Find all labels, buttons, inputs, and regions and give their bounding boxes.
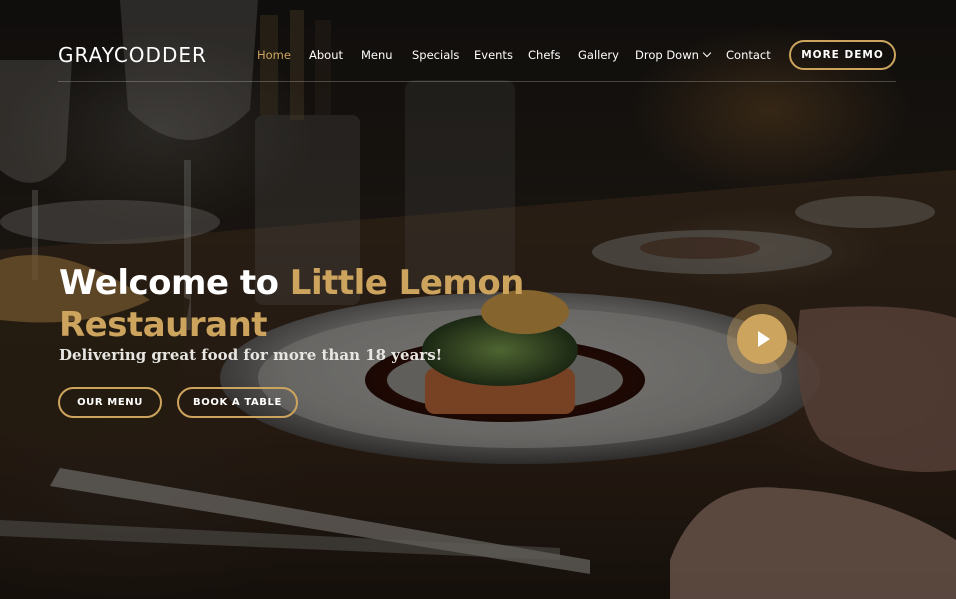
book-a-table-button[interactable]: BOOK A TABLE bbox=[177, 387, 298, 418]
headline-prefix: Welcome to bbox=[59, 263, 290, 303]
nav-item-menu[interactable]: Menu bbox=[361, 47, 393, 63]
play-video-button[interactable] bbox=[727, 304, 797, 374]
nav-item-contact[interactable]: Contact bbox=[726, 47, 771, 63]
hero-tagline: Delivering great food for more than 18 y… bbox=[59, 346, 443, 364]
play-icon bbox=[758, 331, 770, 347]
site-logo[interactable]: GRAYCODDER bbox=[58, 42, 207, 68]
site-header: GRAYCODDER Home About Menu Specials Even… bbox=[0, 0, 956, 82]
nav-item-about[interactable]: About bbox=[309, 47, 343, 63]
nav-item-drop-down[interactable]: Drop Down bbox=[635, 47, 712, 63]
more-demo-button[interactable]: MORE DEMO bbox=[789, 40, 896, 70]
nav-item-events[interactable]: Events bbox=[474, 47, 513, 63]
play-button-circle bbox=[737, 314, 787, 364]
our-menu-button[interactable]: OUR MENU bbox=[58, 387, 162, 418]
nav-item-drop-down-label: Drop Down bbox=[635, 48, 699, 62]
nav-item-chefs[interactable]: Chefs bbox=[528, 47, 560, 63]
nav-item-specials[interactable]: Specials bbox=[412, 47, 459, 63]
nav-item-gallery[interactable]: Gallery bbox=[578, 47, 619, 63]
hero-headline: Welcome to Little Lemon Restaurant bbox=[59, 262, 579, 346]
header-divider bbox=[58, 81, 896, 82]
nav-item-home[interactable]: Home bbox=[257, 47, 291, 63]
chevron-down-icon bbox=[702, 48, 712, 58]
